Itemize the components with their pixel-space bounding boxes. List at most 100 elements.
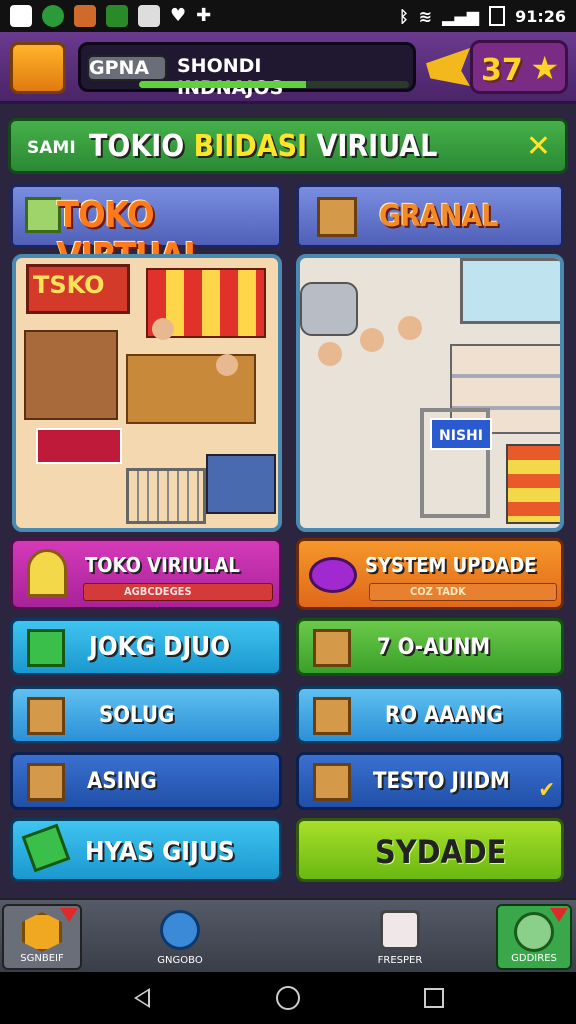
heart-icon: ♥ [170,5,187,26]
close-icon[interactable]: ✕ [526,129,551,164]
dice-icon [380,910,420,950]
button-label: ASING [87,769,157,794]
gate-sign: NISHI [430,418,492,450]
system-update-button[interactable]: SYSTEM UPDADE COZ TADK [296,538,564,610]
snack-rack [506,444,560,524]
notification-icons: ♥ ✚ [10,5,211,27]
inventory-crate-button[interactable] [10,42,66,94]
score-value: 37 [481,53,523,88]
produce-sign [36,428,122,464]
button-subtext: COZ TADK [369,583,557,601]
player-name-box[interactable]: GPNA SHONDI INDNAJOS [78,42,416,99]
player-prefix: GPNA [87,55,167,81]
back-icon[interactable] [134,988,150,1008]
shopper-3 [398,316,422,340]
button-label: SYSTEM UPDADE [365,553,537,577]
app-icon [10,5,32,27]
button-label: TOKO VIRIULAL [85,553,240,577]
shop-scene-granal[interactable]: NISHI [296,254,564,532]
box-icon [317,197,357,237]
notification-badge [550,908,568,922]
score-area[interactable]: 37 ★ [426,38,568,96]
gem-icon [309,557,357,593]
banner-title-a: TOKIO [89,129,194,164]
crate-icon [313,697,351,735]
gallery-icon [138,5,160,27]
crate-icon [27,763,65,801]
xp-fill [139,81,307,88]
banner-title-c: VIRIUAL [307,129,438,164]
menu-button-4[interactable]: RO AAANG [296,686,564,744]
button-subtext: AGBCDEGES [83,583,273,601]
shopper-2 [360,328,384,352]
button-label: JOKG DJUO [89,632,231,662]
goods-shelf [24,330,118,420]
crate-icon [25,197,61,233]
nav-item-games[interactable]: FRESPER [360,904,440,970]
menu-button-2[interactable]: 7 O-AUNM [296,618,564,676]
signal-icon: ▂▄▆ [442,6,480,26]
menu-button-8[interactable]: SYDADE [296,818,564,882]
button-label: SYDADE [375,833,507,871]
system-nav-bar [0,972,576,1024]
nav-label: GNGOBO [157,955,203,966]
button-label: RO AAANG [385,703,503,728]
game-icon [74,5,96,27]
shop-icon [106,5,128,27]
pencil-icon [21,823,71,873]
store-window [460,258,560,324]
button-label: HYAS GIJUS [85,837,235,867]
home-icon[interactable] [276,986,300,1010]
car [300,282,358,336]
banner-title: TOKIO BIIDASI VIRIUAL [89,129,437,164]
globe-icon [160,910,200,950]
menu-button-3[interactable]: SOLUG [10,686,282,744]
status-bar: ♥ ✚ ᛒ ≋ ▂▄▆ 91:26 [0,0,576,32]
category-tab-toko[interactable]: TOKO VIRTUAL [10,184,282,277]
title-banner: SAMI TOKIO BIIDASI VIRIUAL ✕ [8,118,568,174]
hexagon-icon [22,912,62,952]
nav-label: FRESPER [377,955,423,966]
category-tab-granal[interactable]: GRANAL [296,184,564,248]
crate-icon [27,697,65,735]
fruit-stand [206,454,276,514]
score-box: 37 ★ [470,40,568,94]
nav-item-explore[interactable]: GNGOBO [140,904,220,970]
menu-button-7[interactable]: HYAS GIJUS [10,818,282,882]
nav-label: GDDIRES [511,953,557,964]
category-label: GRANAL [379,199,498,234]
banner-title-b: BIIDASI [193,129,308,164]
bluetooth-icon: ᛒ [399,6,409,26]
button-label: 7 O-AUNM [377,635,491,660]
customer-person [216,354,238,376]
crate-icon [313,763,351,801]
shopping-cart [126,468,206,524]
nav-item-profile[interactable]: GDDIRES [496,904,572,970]
button-label: SOLUG [99,703,175,728]
avatar-icon [514,912,554,952]
menu-button-6[interactable]: TESTO JIIDM ✔ [296,752,564,810]
wing-icon [426,48,470,86]
vendor-person [152,318,174,340]
crate-icon [313,629,351,667]
battery-icon [489,6,506,26]
notification-badge [60,908,78,922]
nav-item-home[interactable]: SGNBEIF [2,904,82,970]
top-bar: GPNA SHONDI INDNAJOS 37 ★ [0,32,576,104]
plus-icon: ✚ [196,5,212,26]
player-name: SHONDI INDNAJOS [177,55,284,99]
button-label: TESTO JIIDM [373,769,510,794]
arch-icon [27,549,67,597]
checkmark-icon: ✔ [538,778,555,803]
bottom-nav: SGNBEIF GNGOBO FRESPER GDDIRES [0,898,576,972]
menu-button-1[interactable]: JOKG DJUO [10,618,282,676]
menu-button-5[interactable]: ASING [10,752,282,810]
clock: 91:26 [515,6,566,26]
xp-bar [139,81,409,88]
shop-scene-toko[interactable]: TSKO [12,254,282,532]
banner-prefix: SAMI [27,138,76,158]
recents-icon[interactable] [424,988,444,1008]
messenger-icon [42,5,64,27]
toko-virtual-button[interactable]: TOKO VIRIULAL AGBCDEGES [10,538,282,610]
green-crate-icon [27,629,65,667]
